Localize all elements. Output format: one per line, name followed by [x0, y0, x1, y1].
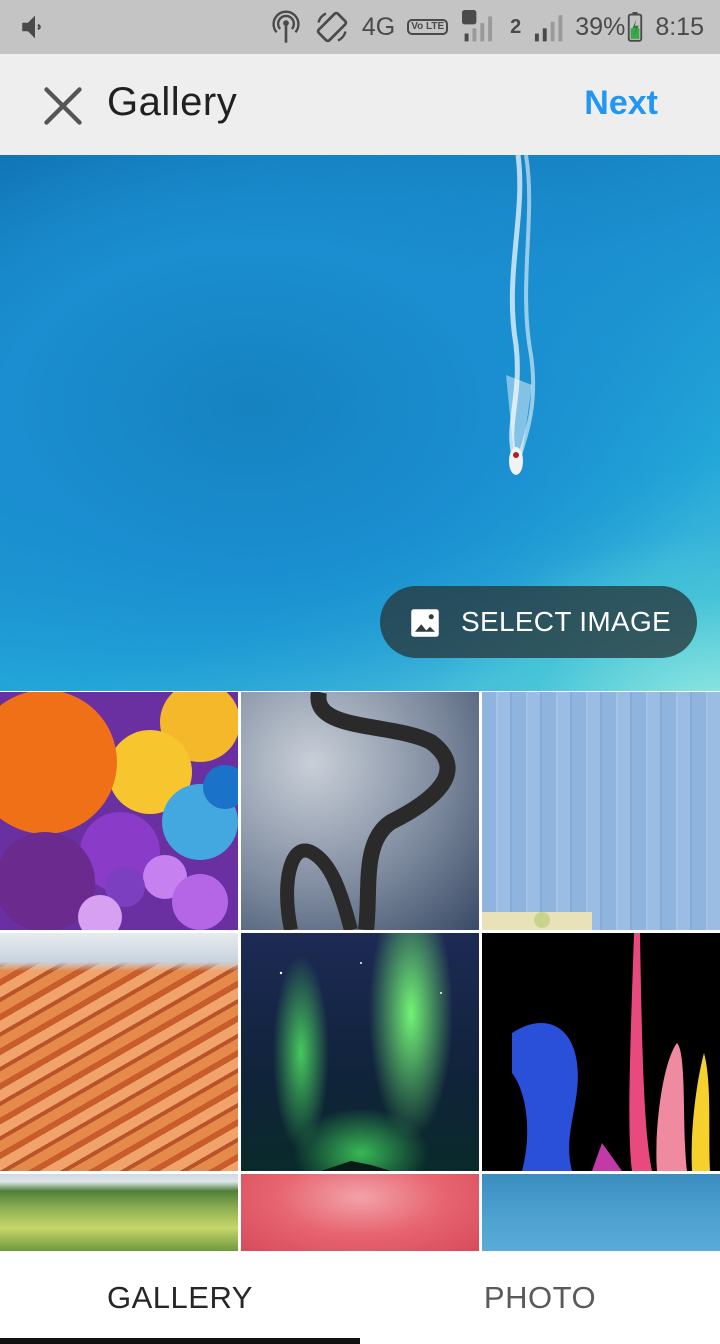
select-image-button[interactable]: SELECT IMAGE: [380, 586, 697, 658]
volte-badge: Vo LTE: [407, 19, 449, 35]
app-bar: Gallery Next: [0, 54, 720, 155]
signal-icon: [460, 10, 498, 44]
battery-percent: 39%: [575, 12, 626, 41]
gallery-thumbnail-paint[interactable]: [482, 933, 720, 1171]
image-icon: [410, 608, 440, 643]
volume-icon: [18, 10, 52, 49]
select-image-label: SELECT IMAGE: [461, 606, 672, 637]
active-tab-indicator: [0, 1338, 360, 1344]
bottom-tabs: GALLERY PHOTO: [0, 1251, 720, 1344]
selected-image-preview[interactable]: SELECT IMAGE: [0, 155, 720, 691]
clock: 8:15: [655, 12, 704, 41]
gallery-thumbnail-sky[interactable]: [482, 1174, 720, 1251]
gallery-thumbnail-balloons[interactable]: [0, 692, 238, 930]
tab-photo[interactable]: PHOTO: [360, 1251, 720, 1344]
gallery-thumbnail-road[interactable]: [241, 692, 479, 930]
gallery-thumbnail-aurora[interactable]: [241, 933, 479, 1171]
page-title: Gallery: [107, 80, 238, 124]
screen-rotate-icon: [314, 9, 350, 45]
close-button[interactable]: [38, 81, 88, 131]
boat-wake-image-detail: [506, 155, 536, 475]
status-bar: 4G Vo LTE 2 39% 8:15: [0, 0, 720, 54]
close-icon: [44, 87, 82, 125]
gallery-thumbnail-blue-wall[interactable]: [482, 692, 720, 930]
signal-icon: [533, 10, 563, 44]
sim2-label: 2: [510, 15, 522, 38]
gallery-thumbnail-fields[interactable]: [0, 1174, 238, 1251]
tab-gallery[interactable]: GALLERY: [0, 1251, 360, 1344]
gallery-grid: [0, 691, 720, 1251]
battery-icon: [627, 12, 643, 42]
gallery-thumbnail-pink[interactable]: [241, 1174, 479, 1251]
hotspot-icon: [270, 10, 302, 44]
gallery-thumbnail-canyon[interactable]: [0, 933, 238, 1171]
network-type: 4G: [361, 12, 396, 41]
next-button[interactable]: Next: [584, 84, 658, 123]
